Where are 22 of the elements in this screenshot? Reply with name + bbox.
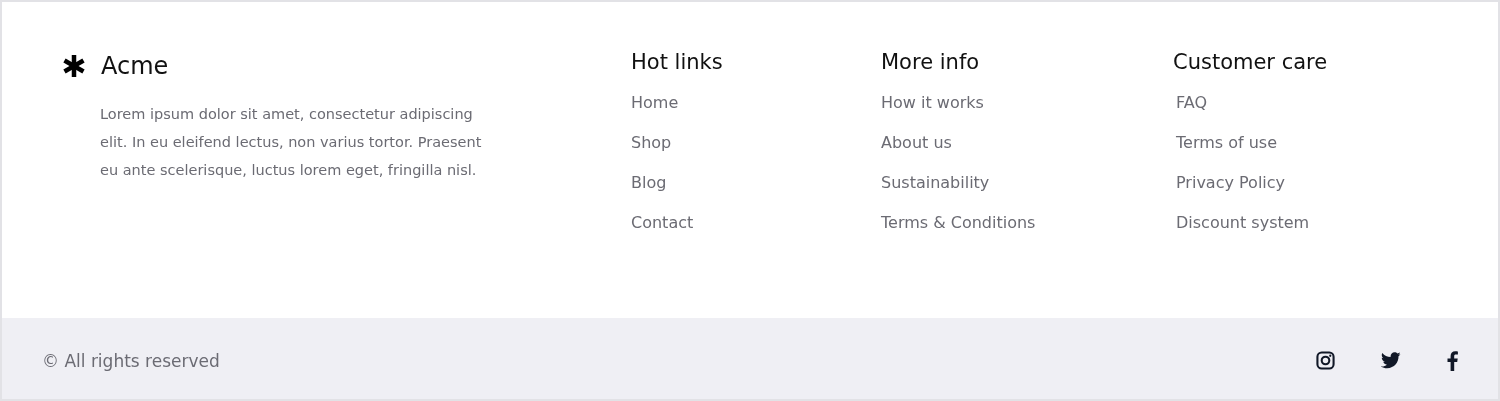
footer-link[interactable]: Shop xyxy=(631,133,672,153)
footer-link[interactable]: Discount system xyxy=(1176,213,1310,233)
footer-link[interactable]: Terms & Conditions xyxy=(881,213,1036,233)
footer-link[interactable]: Blog xyxy=(631,173,667,193)
facebook-icon[interactable] xyxy=(1447,350,1458,371)
instagram-icon[interactable] xyxy=(1316,351,1335,370)
footer-link[interactable]: Terms of use xyxy=(1176,133,1278,153)
column-heading: More info xyxy=(881,50,980,74)
column-heading: Hot links xyxy=(631,50,723,74)
footer-link[interactable]: Home xyxy=(631,93,679,113)
footer-link[interactable]: Contact xyxy=(631,213,694,233)
footer-link[interactable]: Sustainability xyxy=(881,173,990,193)
copyright-text: © All rights reserved xyxy=(42,350,220,371)
footer-link[interactable]: How it works xyxy=(881,93,984,113)
footer-link[interactable]: Privacy Policy xyxy=(1176,173,1286,193)
footer-link[interactable]: FAQ xyxy=(1176,93,1207,113)
twitter-bird-icon[interactable] xyxy=(1381,352,1401,369)
brand-description: Lorem ipsum dolor sit amet, consectetur adipiscing elit. In eu eleifend lectus, non varius tortor. Praesent eu ante scelerisque, luctus lorem eget, fringilla nisl. xyxy=(100,105,483,180)
footer-link[interactable]: About us xyxy=(881,133,952,153)
column-heading: Customer care xyxy=(1173,50,1328,74)
brand-name: Acme xyxy=(101,52,169,80)
asterisk-logo-icon xyxy=(62,54,86,78)
